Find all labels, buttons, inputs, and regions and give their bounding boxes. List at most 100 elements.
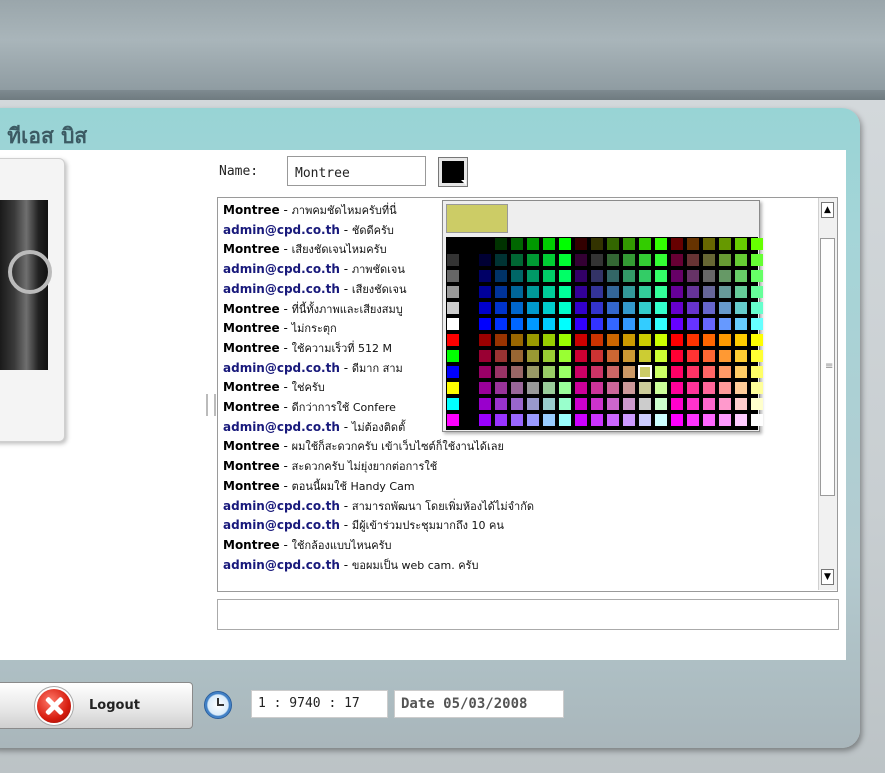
color-swatch[interactable] [591,350,603,362]
color-swatch[interactable] [463,318,475,330]
color-swatch[interactable] [671,318,683,330]
color-swatch[interactable] [751,350,763,362]
color-swatch[interactable] [671,398,683,410]
splitter-handle[interactable] [206,394,216,416]
color-swatch[interactable] [543,302,555,314]
color-swatch[interactable] [447,334,459,346]
color-swatch[interactable] [495,318,507,330]
color-swatch[interactable] [735,270,747,282]
color-swatch[interactable] [495,254,507,266]
color-swatch[interactable] [479,350,491,362]
color-swatch[interactable] [463,270,475,282]
color-swatch[interactable] [559,286,571,298]
color-swatch[interactable] [687,414,699,426]
color-swatch[interactable] [607,302,619,314]
color-swatch[interactable] [463,286,475,298]
color-swatch[interactable] [575,350,587,362]
color-swatch[interactable] [703,382,715,394]
color-swatch[interactable] [623,382,635,394]
color-swatch[interactable] [751,270,763,282]
color-swatch[interactable] [511,398,523,410]
color-swatch[interactable] [511,254,523,266]
color-swatch[interactable] [671,334,683,346]
color-swatch[interactable] [527,254,539,266]
color-swatch[interactable] [623,302,635,314]
color-swatch[interactable] [687,334,699,346]
color-swatch[interactable] [543,414,555,426]
color-swatch[interactable] [751,302,763,314]
color-swatch[interactable] [511,286,523,298]
color-swatch[interactable] [751,254,763,266]
color-swatch[interactable] [575,286,587,298]
color-swatch[interactable] [719,414,731,426]
color-swatch[interactable] [639,414,651,426]
color-swatch[interactable] [607,382,619,394]
color-swatch[interactable] [671,238,683,250]
color-swatch[interactable] [575,270,587,282]
color-swatch[interactable] [751,382,763,394]
color-swatch[interactable] [639,270,651,282]
color-swatch[interactable] [607,334,619,346]
color-swatch[interactable] [623,238,635,250]
color-swatch[interactable] [479,270,491,282]
color-swatch[interactable] [687,254,699,266]
color-swatch[interactable] [703,270,715,282]
color-swatch[interactable] [703,286,715,298]
color-swatch[interactable] [719,286,731,298]
color-swatch[interactable] [527,270,539,282]
color-swatch[interactable] [655,238,667,250]
color-swatch[interactable] [623,334,635,346]
text-color-picker-button[interactable] [438,157,468,187]
color-swatch[interactable] [543,318,555,330]
color-swatch[interactable] [751,318,763,330]
color-swatch[interactable] [559,302,571,314]
color-swatch[interactable] [559,334,571,346]
color-swatch[interactable] [623,254,635,266]
color-swatch[interactable] [703,302,715,314]
color-swatch[interactable] [719,318,731,330]
color-swatch[interactable] [655,366,667,378]
color-swatch[interactable] [591,302,603,314]
color-swatch[interactable] [575,318,587,330]
color-swatch[interactable] [511,334,523,346]
color-swatch[interactable] [447,302,459,314]
color-swatch[interactable] [607,318,619,330]
color-swatch[interactable] [575,366,587,378]
color-palette-popup[interactable] [442,200,763,432]
color-swatch[interactable] [735,334,747,346]
color-swatch[interactable] [703,350,715,362]
color-swatch[interactable] [543,398,555,410]
color-swatch[interactable] [479,318,491,330]
color-swatch[interactable] [703,366,715,378]
color-swatch[interactable] [735,382,747,394]
name-input[interactable]: Montree [287,156,426,186]
color-swatch[interactable] [687,270,699,282]
color-swatch[interactable] [447,254,459,266]
color-swatch[interactable] [463,254,475,266]
color-swatch[interactable] [751,366,763,378]
color-swatch[interactable] [575,254,587,266]
color-swatch[interactable] [479,238,491,250]
color-swatch[interactable] [639,238,651,250]
color-swatch[interactable] [655,334,667,346]
color-swatch[interactable] [607,238,619,250]
color-swatch[interactable] [671,382,683,394]
color-swatch[interactable] [735,318,747,330]
color-swatch[interactable] [639,318,651,330]
color-swatch[interactable] [575,238,587,250]
color-swatch[interactable] [511,366,523,378]
color-swatch[interactable] [735,302,747,314]
color-swatch[interactable] [575,302,587,314]
chat-scrollbar[interactable]: ▲ ≡ ▼ [818,198,837,590]
color-swatch[interactable] [591,238,603,250]
color-swatch[interactable] [575,334,587,346]
color-swatch[interactable] [607,350,619,362]
color-swatch[interactable] [527,302,539,314]
color-swatch[interactable] [623,366,635,378]
color-swatch[interactable] [655,286,667,298]
color-swatch[interactable] [463,238,475,250]
color-swatch[interactable] [527,366,539,378]
color-swatch[interactable] [447,366,459,378]
color-swatch[interactable] [655,318,667,330]
color-swatch[interactable] [479,366,491,378]
